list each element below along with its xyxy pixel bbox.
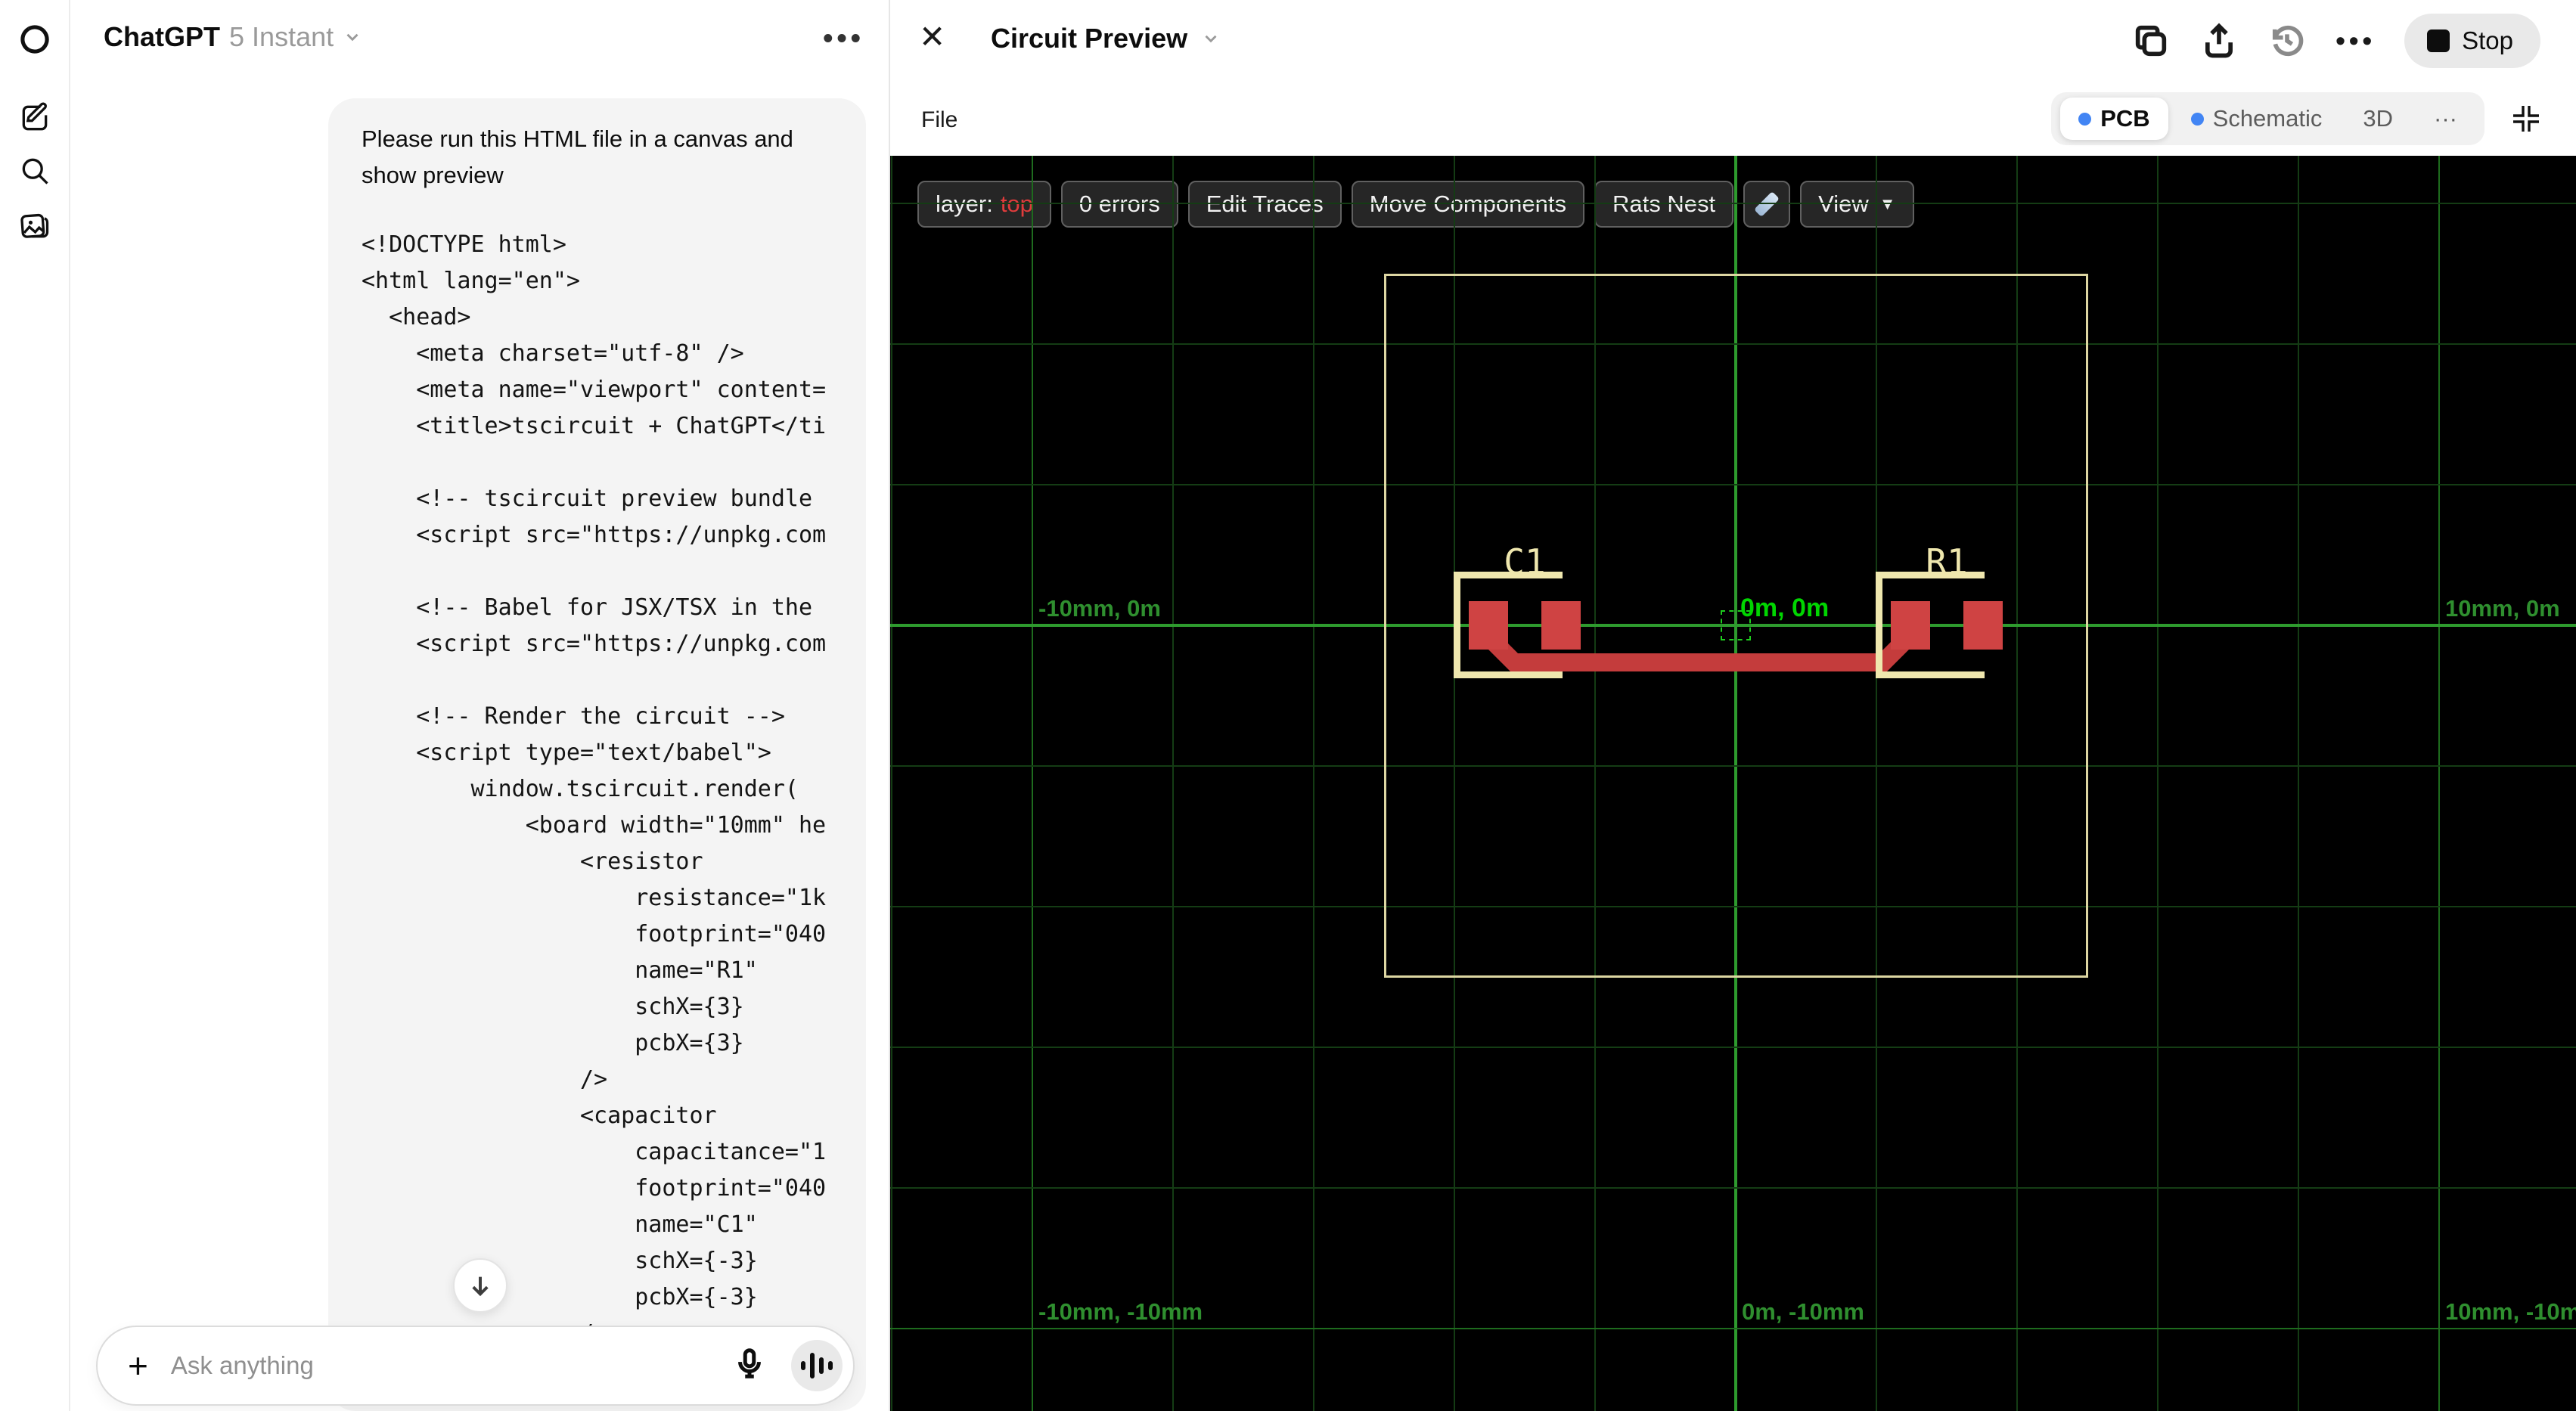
rats-nest-button[interactable]: Rats Nest (1594, 181, 1734, 228)
close-icon[interactable]: ✕ (919, 21, 945, 53)
scroll-to-bottom-button[interactable] (453, 1258, 507, 1313)
preview-menubar: File PCB Schematic 3D ··· (890, 91, 2576, 156)
openai-logo-icon (17, 21, 53, 57)
copy-button[interactable] (2131, 21, 2171, 60)
library-icon[interactable] (17, 207, 53, 243)
grid-line-horizontal (890, 203, 2576, 204)
grid-coordinate-label: -10mm, -10mm (1038, 1298, 1203, 1325)
collapse-icon[interactable] (2509, 101, 2543, 136)
arrow-down-icon (472, 1276, 489, 1297)
model-name: 5 Instant (229, 21, 334, 52)
history-icon (2273, 25, 2304, 57)
tab-schematic[interactable]: Schematic (2173, 98, 2341, 140)
tab-label: PCB (2100, 105, 2150, 132)
pad-R1[interactable] (1891, 601, 1930, 650)
layer-value: top (1000, 191, 1033, 217)
waveform-icon (801, 1361, 805, 1370)
share-button[interactable] (2199, 21, 2239, 60)
edit-traces-button[interactable]: Edit Traces (1187, 181, 1342, 228)
stop-button[interactable]: Stop (2404, 14, 2540, 68)
grid-coordinate-label: 10mm, 0m (2445, 595, 2560, 622)
attach-button[interactable]: + (128, 1348, 148, 1383)
search-icon[interactable] (17, 153, 53, 189)
grid-coordinate-label: -10mm, 0m (1038, 595, 1161, 622)
tab-pcb[interactable]: PCB (2060, 98, 2168, 140)
more-options-button[interactable]: ••• (2335, 25, 2376, 57)
tab-dot-icon (2190, 112, 2204, 126)
copy-icon (2136, 25, 2167, 57)
errors-button[interactable]: 0 errors (1060, 181, 1178, 228)
conversation-menu-button[interactable]: ••• (823, 23, 864, 55)
preview-title[interactable]: Circuit Preview (991, 23, 1221, 54)
new-chat-icon[interactable] (17, 100, 53, 136)
move-components-button[interactable]: Move Components (1351, 181, 1584, 228)
origin-coordinate-label: 0m, 0m (1740, 594, 1830, 622)
chevron-down-icon (346, 33, 358, 42)
share-icon (2205, 23, 2233, 58)
grid-coordinate-label: 0m, -10mm (1742, 1298, 1864, 1325)
app-title: ChatGPT (104, 21, 221, 52)
composer: + (96, 1326, 855, 1406)
code-block: <!DOCTYPE html> <html lang="en"> <head> <… (362, 231, 827, 1347)
preview-actions: ••• Stop (2131, 11, 2540, 71)
grid-coordinate-label: 10mm, -10mm (2445, 1298, 2576, 1325)
pad-C1[interactable] (1469, 601, 1508, 650)
tab-···[interactable]: ··· (2416, 98, 2475, 140)
sidebar (0, 0, 70, 1411)
file-menu[interactable]: File (921, 107, 957, 133)
pcb-canvas[interactable]: layer: top 0 errors Edit Traces Move Compon… (890, 156, 2576, 1411)
tab-dot-icon (2078, 112, 2092, 126)
history-button[interactable] (2267, 21, 2307, 60)
user-message-text: Please run this HTML file in a canvas an… (362, 126, 793, 188)
grid-line-horizontal (890, 1328, 2576, 1329)
grid-line-horizontal (890, 1047, 2576, 1048)
stop-icon (2427, 29, 2450, 52)
tab-label: ··· (2434, 105, 2457, 132)
reference-label-R1: R1 (1926, 541, 1968, 582)
app-root: ChatGPT 5 Instant ••• Please run this HT… (0, 0, 2576, 1411)
model-selector[interactable]: ChatGPT 5 Instant (104, 21, 362, 53)
pad-R1[interactable] (1963, 601, 2003, 650)
tab-label: Schematic (2212, 105, 2323, 132)
voice-mode-button[interactable] (791, 1340, 843, 1391)
view-mode-tabs: PCB Schematic 3D ··· (2051, 92, 2484, 145)
circuit-preview-panel: ✕ Circuit Preview ••• Stop File PCB Sche… (889, 0, 2576, 1411)
dictate-button[interactable] (732, 1346, 771, 1385)
grid-line-horizontal (890, 1187, 2576, 1189)
chat-header: ChatGPT 5 Instant ••• (72, 0, 889, 79)
chevron-down-icon (1205, 35, 1217, 43)
tab-label: 3D (2363, 105, 2394, 132)
chat-panel: ChatGPT 5 Instant ••• Please run this HT… (72, 0, 889, 1411)
chat-input[interactable] (170, 1351, 732, 1380)
view-menu-button[interactable]: View ▼ (1800, 181, 1914, 228)
pencil-icon (1754, 191, 1780, 217)
microphone-icon (738, 1348, 761, 1378)
pcb-toolbar: layer: top 0 errors Edit Traces Move Compon… (917, 181, 1914, 228)
user-message-bubble: Please run this HTML file in a canvas an… (328, 98, 866, 1411)
pad-C1[interactable] (1541, 601, 1581, 650)
reference-label-C1: C1 (1504, 541, 1546, 582)
tab-3d[interactable]: 3D (2345, 98, 2411, 140)
edit-silkscreen-button[interactable] (1743, 181, 1791, 228)
preview-header: ✕ Circuit Preview ••• Stop (890, 0, 2576, 91)
